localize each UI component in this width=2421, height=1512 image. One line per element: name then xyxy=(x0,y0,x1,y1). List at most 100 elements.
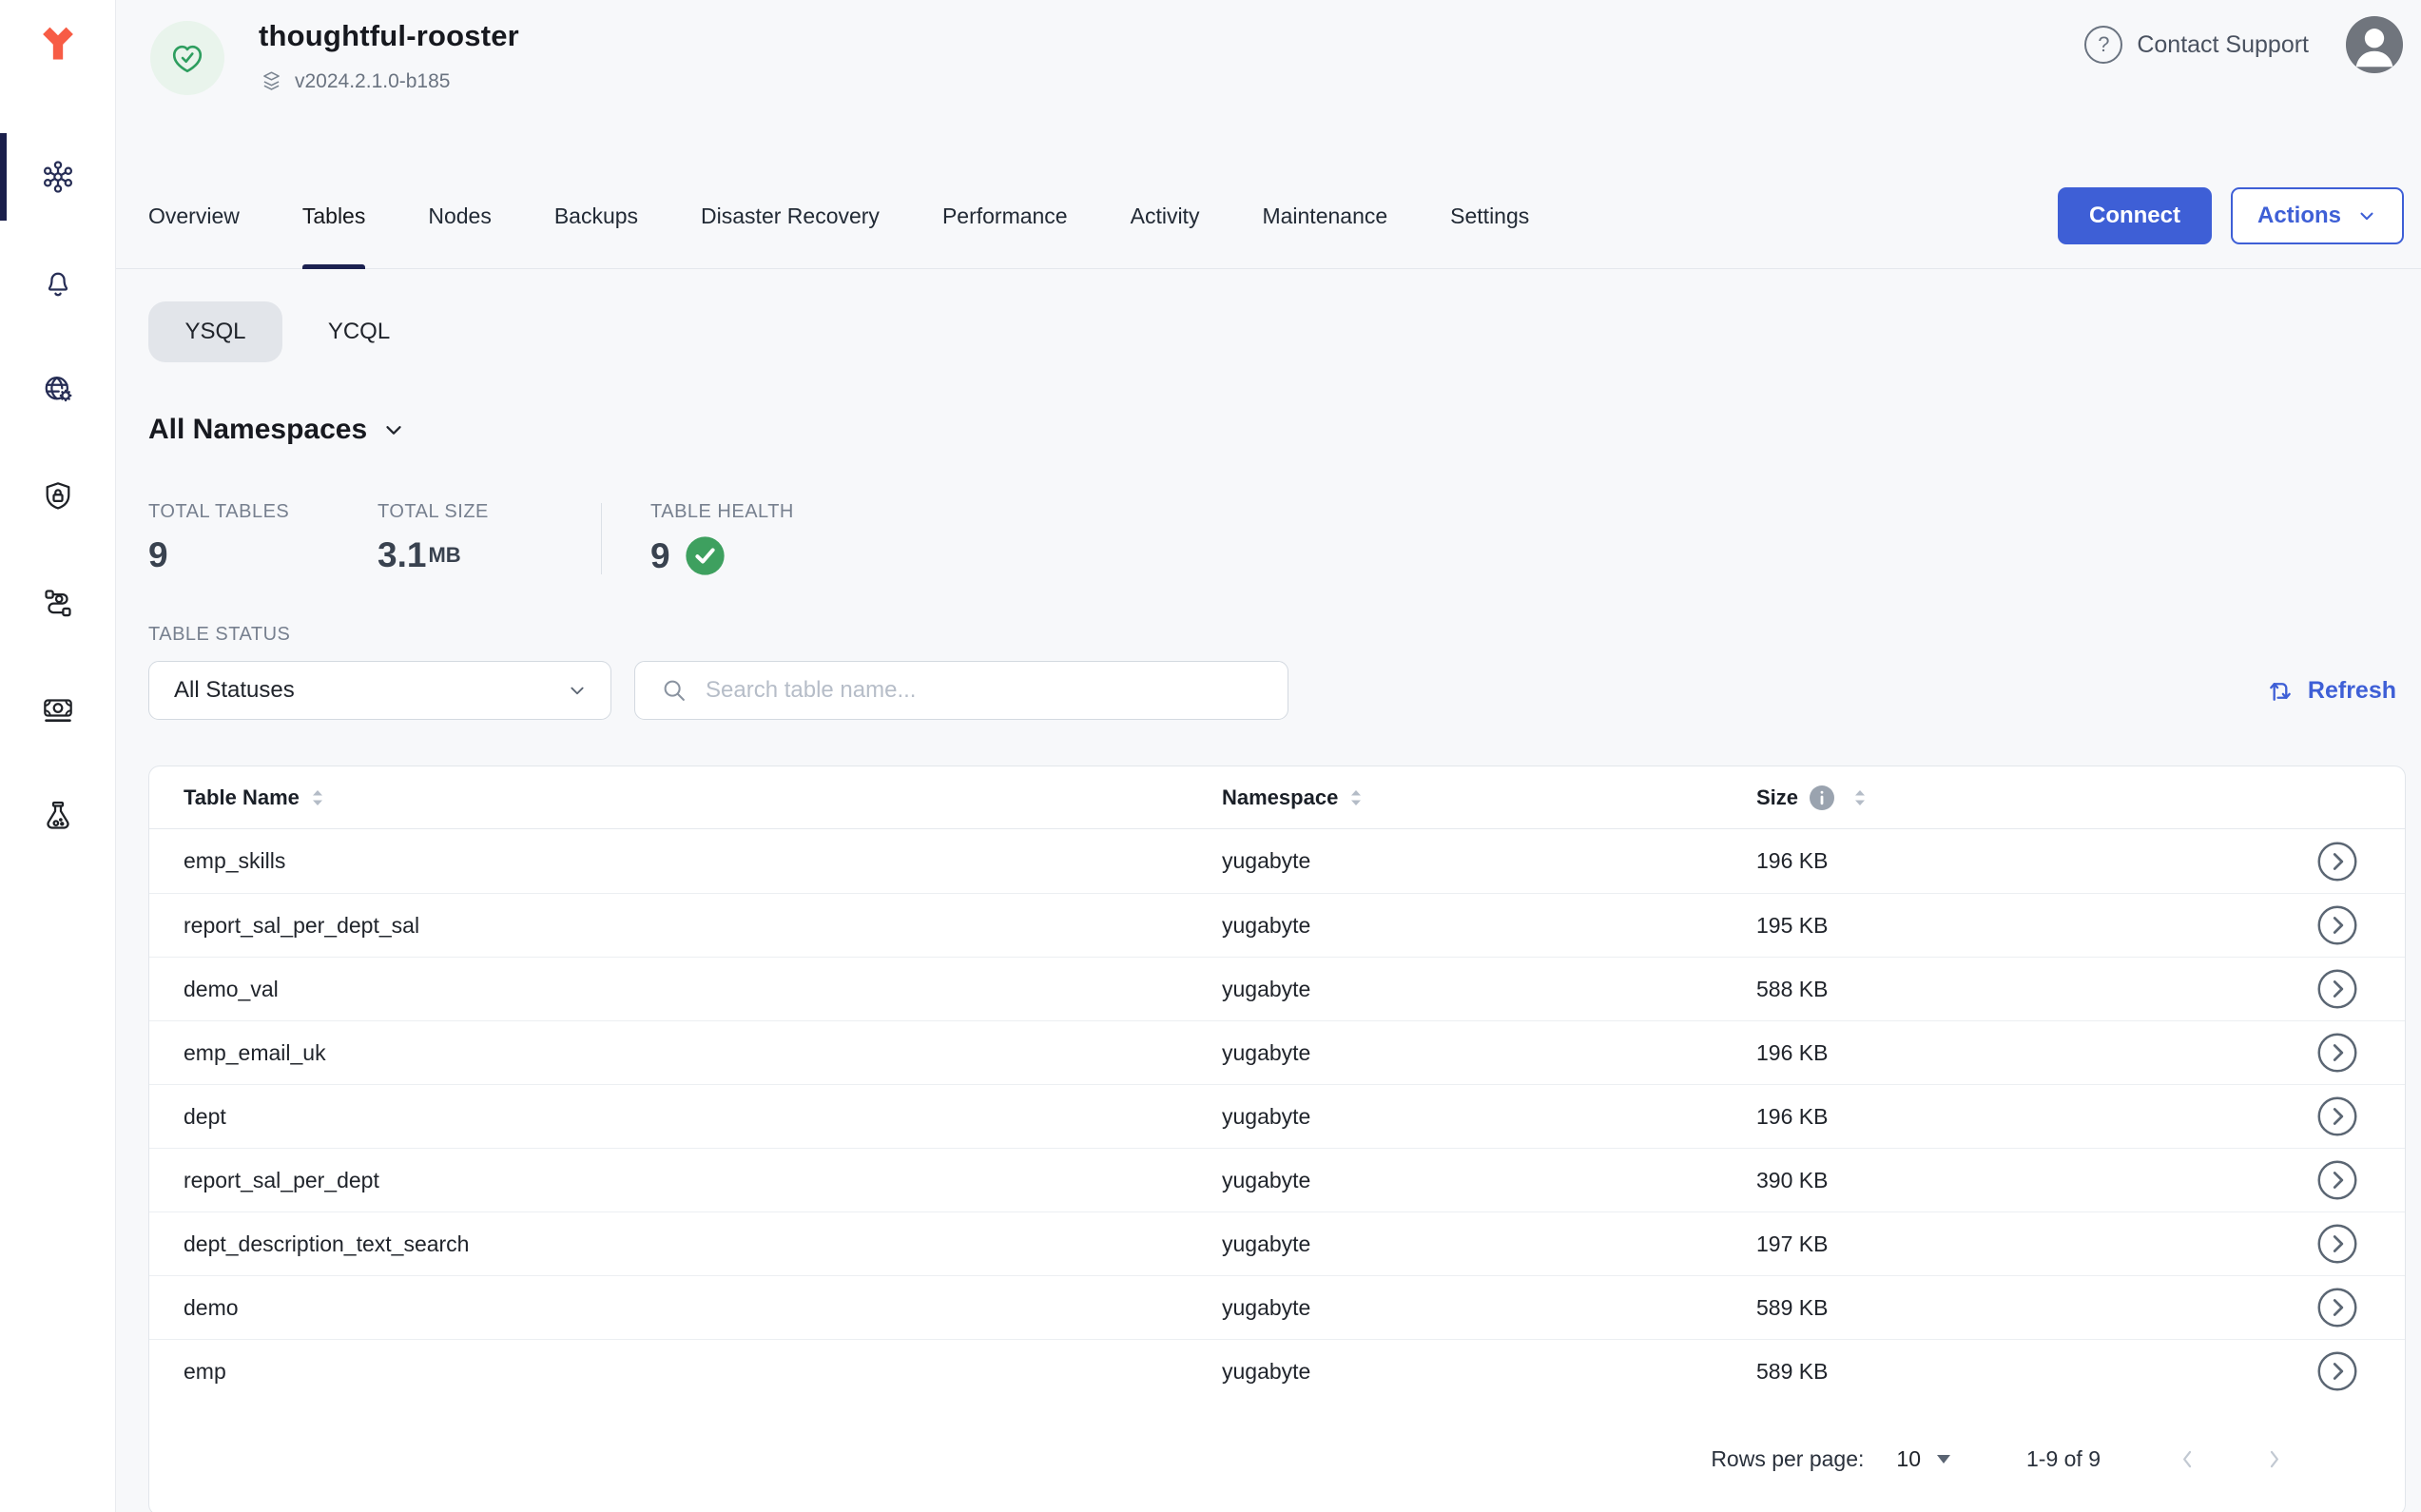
actions-button[interactable]: Actions xyxy=(2231,187,2404,244)
info-icon[interactable] xyxy=(1810,785,1834,810)
rows-per-page-select[interactable]: 10 xyxy=(1896,1446,1950,1472)
chevron-left-icon xyxy=(2175,1446,2200,1472)
row-detail-button[interactable] xyxy=(2316,1350,2358,1392)
row-detail-button[interactable] xyxy=(2316,1095,2358,1137)
sidebar-item-clusters[interactable] xyxy=(0,133,115,221)
tab-disaster-recovery[interactable]: Disaster Recovery xyxy=(701,164,880,268)
row-detail-button[interactable] xyxy=(2316,841,2358,882)
cell-namespace: yugabyte xyxy=(1222,1295,1756,1321)
row-detail-button[interactable] xyxy=(2316,1223,2358,1265)
stat-label: TOTAL SIZE xyxy=(378,501,601,523)
connect-button[interactable]: Connect xyxy=(2058,187,2212,244)
table-row[interactable]: emp_skills yugabyte 196 KB xyxy=(149,829,2405,893)
cell-namespace: yugabyte xyxy=(1222,1359,1756,1385)
table-row[interactable]: dept_description_text_search yugabyte 19… xyxy=(149,1212,2405,1275)
tab-settings[interactable]: Settings xyxy=(1450,164,1529,268)
stat-value: 9 xyxy=(148,535,378,575)
table-row[interactable]: emp yugabyte 589 KB xyxy=(149,1339,2405,1403)
cluster-network-icon xyxy=(40,159,76,195)
cluster-title-block: thoughtful-rooster v2024.2.1.0-b185 xyxy=(259,19,519,94)
actions-button-label: Actions xyxy=(2257,203,2341,229)
sort-icon xyxy=(1853,788,1867,807)
sidebar-item-cloud-config[interactable] xyxy=(0,346,115,434)
status-select[interactable]: All Statuses xyxy=(148,661,611,720)
cell-namespace: yugabyte xyxy=(1222,848,1756,874)
chevron-right-icon xyxy=(2261,1446,2287,1472)
table-stats: TOTAL TABLES 9 TOTAL SIZE 3.1MB TABLE HE… xyxy=(148,501,2406,576)
tab-maintenance[interactable]: Maintenance xyxy=(1262,164,1387,268)
column-header-size[interactable]: Size xyxy=(1756,785,1867,810)
stat-label: TABLE HEALTH xyxy=(650,501,794,523)
row-detail-button[interactable] xyxy=(2316,1159,2358,1201)
sidebar-item-security[interactable] xyxy=(0,453,115,540)
sidebar-item-integrations[interactable] xyxy=(0,559,115,647)
column-header-namespace[interactable]: Namespace xyxy=(1222,785,1363,810)
column-header-table-name[interactable]: Table Name xyxy=(184,785,324,810)
cell-namespace: yugabyte xyxy=(1222,1040,1756,1066)
user-avatar[interactable] xyxy=(2345,15,2404,74)
cell-namespace: yugabyte xyxy=(1222,977,1756,1002)
next-page-button[interactable] xyxy=(2261,1446,2287,1472)
row-detail-button[interactable] xyxy=(2316,904,2358,946)
tab-nodes[interactable]: Nodes xyxy=(428,164,491,268)
sidebar-item-billing[interactable] xyxy=(0,666,115,753)
cell-table-name: demo xyxy=(184,1295,1222,1321)
help-icon xyxy=(2084,26,2122,64)
chevron-right-circle-icon xyxy=(2316,1032,2358,1074)
api-toggle-ysql[interactable]: YSQL xyxy=(148,301,282,362)
yugabyte-logo[interactable] xyxy=(33,19,83,68)
table-row[interactable]: report_sal_per_dept_sal yugabyte 195 KB xyxy=(149,893,2405,957)
tables-content: YSQL YCQL All Namespaces TOTAL TABLES 9 … xyxy=(116,301,2421,1512)
sort-icon xyxy=(311,788,324,807)
chevron-right-circle-icon xyxy=(2316,1095,2358,1137)
stats-divider xyxy=(601,503,602,574)
table-row[interactable]: demo_val yugabyte 588 KB xyxy=(149,957,2405,1020)
sidebar xyxy=(0,0,116,1512)
status-select-value: All Statuses xyxy=(174,677,295,704)
pagination-range: 1-9 of 9 xyxy=(2026,1446,2101,1472)
tab-overview[interactable]: Overview xyxy=(148,164,240,268)
cell-namespace: yugabyte xyxy=(1222,1168,1756,1193)
chevron-right-circle-icon xyxy=(2316,1159,2358,1201)
row-detail-button[interactable] xyxy=(2316,1287,2358,1328)
cell-size: 390 KB xyxy=(1756,1168,2272,1193)
api-toggle-ycql[interactable]: YCQL xyxy=(292,301,426,362)
cluster-header: thoughtful-rooster v2024.2.1.0-b185 Cont… xyxy=(116,0,2421,164)
namespace-filter[interactable]: All Namespaces xyxy=(148,414,406,446)
chevron-right-circle-icon xyxy=(2316,841,2358,882)
cell-size: 196 KB xyxy=(1756,1104,2272,1130)
tab-backups[interactable]: Backups xyxy=(554,164,638,268)
cell-size: 589 KB xyxy=(1756,1295,2272,1321)
flask-icon xyxy=(40,798,76,834)
cluster-version: v2024.2.1.0-b185 xyxy=(295,70,450,93)
tab-activity[interactable]: Activity xyxy=(1131,164,1200,268)
row-detail-button[interactable] xyxy=(2316,968,2358,1010)
table-status-label: TABLE STATUS xyxy=(148,624,2406,646)
shield-lock-icon xyxy=(40,478,76,514)
sidebar-item-alerts[interactable] xyxy=(0,240,115,327)
search-box xyxy=(634,661,1288,720)
cell-namespace: yugabyte xyxy=(1222,1231,1756,1257)
stat-total-size: TOTAL SIZE 3.1MB xyxy=(378,501,601,576)
table-row[interactable]: report_sal_per_dept yugabyte 390 KB xyxy=(149,1148,2405,1212)
tab-performance[interactable]: Performance xyxy=(942,164,1068,268)
refresh-label: Refresh xyxy=(2308,677,2396,705)
search-icon xyxy=(660,676,688,705)
stat-total-tables: TOTAL TABLES 9 xyxy=(148,501,378,576)
banknote-icon xyxy=(40,691,76,727)
contact-support-button[interactable]: Contact Support xyxy=(2084,26,2309,64)
tab-tables[interactable]: Tables xyxy=(302,164,365,268)
search-input[interactable] xyxy=(704,676,1263,705)
sidebar-item-labs[interactable] xyxy=(0,772,115,860)
cluster-health-badge xyxy=(150,21,224,95)
table-row[interactable]: emp_email_uk yugabyte 196 KB xyxy=(149,1020,2405,1084)
caret-down-icon xyxy=(1937,1455,1950,1464)
refresh-button[interactable]: Refresh xyxy=(2265,676,2396,706)
chevron-right-circle-icon xyxy=(2316,968,2358,1010)
cell-table-name: emp_skills xyxy=(184,848,1222,874)
table-row[interactable]: dept yugabyte 196 KB xyxy=(149,1084,2405,1148)
table-row[interactable]: demo yugabyte 589 KB xyxy=(149,1275,2405,1339)
globe-gear-icon xyxy=(40,372,76,408)
row-detail-button[interactable] xyxy=(2316,1032,2358,1074)
previous-page-button[interactable] xyxy=(2175,1446,2200,1472)
